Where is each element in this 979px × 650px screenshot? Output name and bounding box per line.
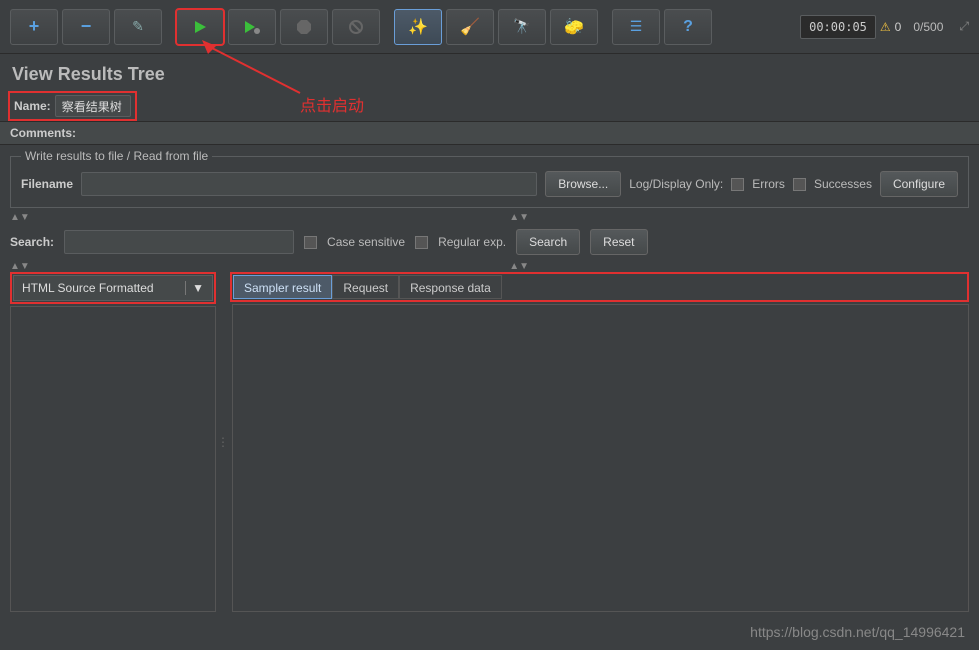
successes-label: Successes xyxy=(814,177,872,191)
tab-sampler-result[interactable]: Sampler result xyxy=(233,275,332,299)
results-tree-panel[interactable] xyxy=(10,306,216,612)
renderer-dropdown[interactable]: HTML Source Formatted ▼ xyxy=(13,275,213,301)
logdisplay-label: Log/Display Only: xyxy=(629,177,723,191)
browse-button[interactable]: Browse... xyxy=(545,171,621,197)
case-sensitive-label: Case sensitive xyxy=(327,235,405,249)
name-row: Name: xyxy=(8,91,137,121)
regex-checkbox[interactable] xyxy=(415,236,428,249)
write-results-legend: Write results to file / Read from file xyxy=(21,149,212,163)
remove-button[interactable]: − xyxy=(62,9,110,45)
warning-count: 0 xyxy=(895,20,902,34)
search-row: Search: Case sensitive Regular exp. Sear… xyxy=(0,223,979,261)
warning-icon: ⚠ xyxy=(880,20,891,34)
tabs-highlight: Sampler result Request Response data xyxy=(230,272,969,302)
chevron-icon: ▲▼ xyxy=(509,261,529,272)
help-button[interactable]: ? xyxy=(664,9,712,45)
name-label: Name: xyxy=(14,99,51,113)
help-icon: ? xyxy=(683,18,693,36)
successes-checkbox[interactable] xyxy=(793,178,806,191)
toolbar: + − ✎ ✨ 🧹 🔭 🧽 ☰ ? 00:00:05 ⚠ 0 0/500 ⤢ xyxy=(0,0,979,54)
broom-all-icon: 🧹 xyxy=(460,17,480,37)
shutdown-button[interactable] xyxy=(332,9,380,45)
thread-counter: 0/500 xyxy=(913,20,943,34)
plus-icon: + xyxy=(29,16,40,37)
errors-label: Errors xyxy=(752,177,785,191)
reset-button[interactable]: Reset xyxy=(590,229,647,255)
chevron-icon: ▲▼ xyxy=(509,212,529,223)
search-label: Search: xyxy=(10,235,54,249)
annotation-text: 点击启动 xyxy=(300,92,364,116)
filename-input[interactable] xyxy=(81,172,537,196)
stop-icon xyxy=(297,20,311,34)
reset-search-button[interactable]: 🧽 xyxy=(550,9,598,45)
minus-icon: − xyxy=(81,16,92,37)
search-tree-button[interactable]: 🔭 xyxy=(498,9,546,45)
tab-response-data[interactable]: Response data xyxy=(399,275,502,299)
broom-icon: ✨ xyxy=(408,17,428,37)
write-results-fieldset: Write results to file / Read from file F… xyxy=(10,149,969,208)
sweep-icon: 🧽 xyxy=(564,17,584,37)
shutdown-icon xyxy=(349,20,363,34)
edit-button[interactable]: ✎ xyxy=(114,9,162,45)
regex-label: Regular exp. xyxy=(438,235,506,249)
watermark: https://blog.csdn.net/qq_14996421 xyxy=(750,624,965,640)
warning-indicator[interactable]: ⚠ 0 xyxy=(880,20,901,34)
filename-label: Filename xyxy=(21,177,73,191)
clear-all-button[interactable]: 🧹 xyxy=(446,9,494,45)
chevron-icon: ▲▼ xyxy=(10,261,30,272)
splitter[interactable]: ⋮ xyxy=(220,272,226,612)
list-icon: ☰ xyxy=(630,18,643,35)
pencil-icon: ✎ xyxy=(132,18,144,35)
configure-button[interactable]: Configure xyxy=(880,171,958,197)
function-helper-button[interactable]: ☰ xyxy=(612,9,660,45)
comments-label: Comments: xyxy=(0,121,979,145)
name-input[interactable] xyxy=(55,95,131,117)
play-gear-icon xyxy=(243,19,261,35)
expand-icon[interactable]: ⤢ xyxy=(959,19,969,34)
renderer-highlight: HTML Source Formatted ▼ xyxy=(10,272,216,304)
page-title: View Results Tree xyxy=(0,54,979,91)
new-button[interactable]: + xyxy=(10,9,58,45)
case-sensitive-checkbox[interactable] xyxy=(304,236,317,249)
detail-panel xyxy=(232,304,969,612)
clear-button[interactable]: ✨ xyxy=(394,9,442,45)
results-area: HTML Source Formatted ▼ ⋮ Sampler result… xyxy=(0,272,979,612)
elapsed-timer: 00:00:05 xyxy=(800,15,876,39)
play-icon xyxy=(192,19,208,35)
renderer-selected: HTML Source Formatted xyxy=(22,281,154,295)
binoculars-icon: 🔭 xyxy=(513,18,530,35)
chevron-icon: ▲▼ xyxy=(10,212,30,223)
errors-checkbox[interactable] xyxy=(731,178,744,191)
tab-request[interactable]: Request xyxy=(332,275,399,299)
search-button[interactable]: Search xyxy=(516,229,580,255)
chevron-down-icon: ▼ xyxy=(185,281,204,295)
collapse-divider-2[interactable]: ▲▼ ▲▼ xyxy=(0,261,979,272)
collapse-divider-1[interactable]: ▲▼ ▲▼ xyxy=(0,212,979,223)
search-input[interactable] xyxy=(64,230,294,254)
